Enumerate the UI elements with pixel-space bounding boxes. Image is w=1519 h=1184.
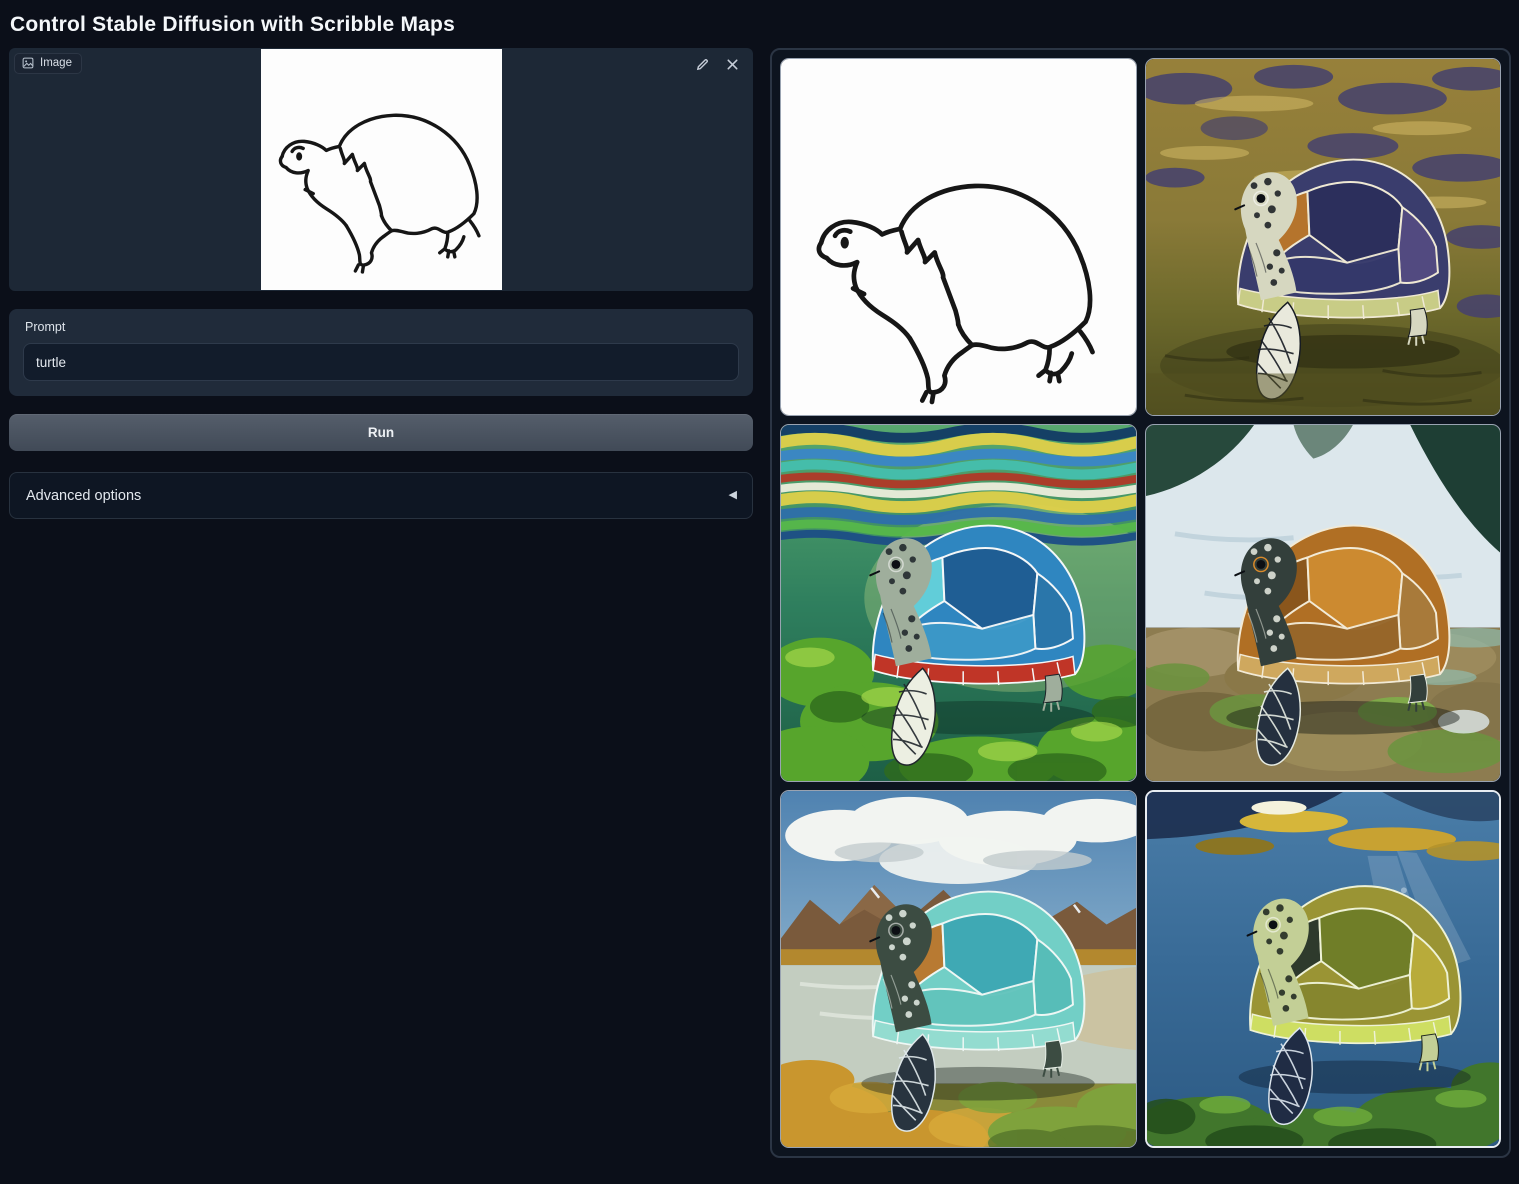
prompt-panel: Prompt bbox=[9, 309, 753, 396]
input-image-dropzone[interactable]: Image bbox=[9, 48, 753, 291]
gallery-item-amber-rocks[interactable] bbox=[1145, 424, 1502, 782]
main-layout: Image bbox=[0, 48, 1519, 1158]
prompt-label: Prompt bbox=[25, 320, 737, 334]
image-label-badge: Image bbox=[14, 53, 82, 74]
collapse-left-triangle-icon: ◀ bbox=[729, 490, 737, 501]
clear-x-icon[interactable] bbox=[725, 57, 740, 72]
gallery-item-golden-water[interactable] bbox=[1145, 58, 1502, 416]
advanced-options-accordion[interactable]: Advanced options ◀ bbox=[9, 472, 753, 519]
app-header: Control Stable Diffusion with Scribble M… bbox=[0, 0, 1519, 48]
input-column: Image bbox=[9, 48, 753, 519]
run-button[interactable]: Run bbox=[9, 414, 753, 451]
image-label: Image bbox=[40, 57, 72, 69]
advanced-options-label: Advanced options bbox=[26, 488, 141, 504]
input-scribble-image[interactable] bbox=[261, 48, 502, 291]
gallery-item-scribble[interactable] bbox=[780, 58, 1137, 416]
prompt-input[interactable] bbox=[23, 343, 739, 381]
output-gallery bbox=[770, 48, 1511, 1158]
edit-pencil-icon[interactable] bbox=[695, 57, 710, 72]
gallery-item-blue-algae[interactable] bbox=[780, 424, 1137, 782]
page-title: Control Stable Diffusion with Scribble M… bbox=[10, 13, 1509, 37]
image-tools bbox=[695, 57, 740, 72]
gallery-item-mountain-lake[interactable] bbox=[780, 790, 1137, 1148]
image-icon bbox=[22, 57, 34, 69]
gallery-item-underwater[interactable] bbox=[1145, 790, 1502, 1148]
